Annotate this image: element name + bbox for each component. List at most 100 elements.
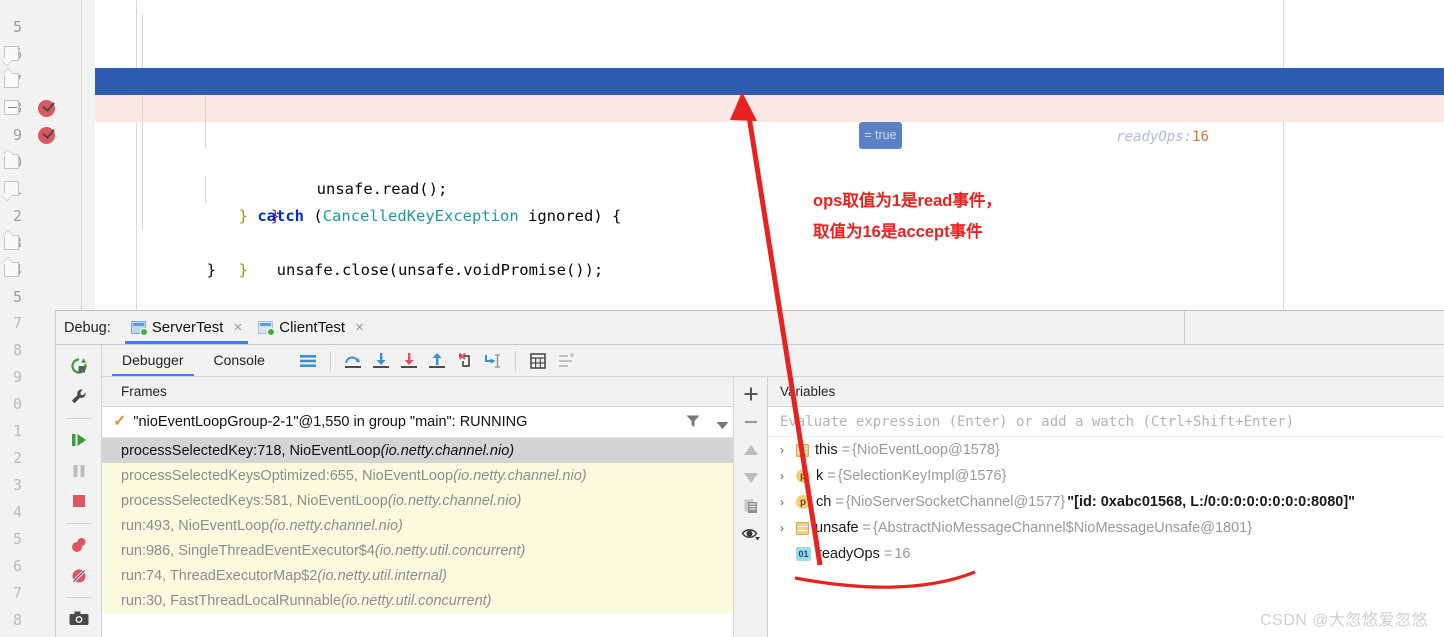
gutter-line[interactable]: 9 [0, 122, 95, 149]
remove-watch-icon[interactable] [738, 408, 764, 436]
variable-row[interactable]: 01 readyOps = 16 [768, 541, 1444, 567]
code-line-blank[interactable] [95, 257, 1444, 284]
variable-row[interactable]: › unsafe = {AbstractNioMessageChannel$Nio… [768, 515, 1444, 541]
stop-icon[interactable] [64, 489, 94, 515]
expand-chevron-icon[interactable]: › [780, 522, 790, 534]
gutter-line[interactable]: 7 [0, 68, 95, 95]
expand-chevron-icon[interactable]: › [780, 496, 790, 508]
code-fold-icon[interactable] [4, 235, 19, 250]
frame-row[interactable]: run:986, SingleThreadEventExecutor$4 (io… [102, 538, 767, 563]
variable-row[interactable]: › p ch = {NioServerSocketChannel@1577} "[i… [768, 489, 1444, 515]
watches-eye-icon[interactable] [738, 520, 764, 548]
step-into-icon[interactable] [368, 348, 394, 374]
force-step-into-icon[interactable] [396, 348, 422, 374]
gutter-line[interactable]: 3 [0, 230, 95, 257]
chevron-down-icon[interactable] [716, 417, 729, 435]
debug-left-toolbar[interactable] [56, 345, 102, 637]
variables-pane[interactable]: Variables Evaluate expression (Enter) or… [768, 377, 1444, 637]
frames-list[interactable]: processSelectedKey:718, NioEventLoop (io… [102, 438, 767, 613]
frame-method: processSelectedKeys:581, NioEventLoop [121, 492, 388, 509]
code-editor[interactable]: 567890123456@ // Also check for readOps … [0, 0, 1444, 310]
code-line-unsafe-read[interactable]: unsafe.read(); [95, 95, 1444, 198]
close-icon[interactable]: × [233, 320, 242, 335]
threads-and-variables-icon[interactable] [553, 348, 579, 374]
debugger-panel-header[interactable]: Debugger Console [102, 345, 1444, 377]
evaluate-expression-icon[interactable] [525, 348, 551, 374]
code-line-if-readyops[interactable]: if ((readyOps & (SelectionKey.OP_READ | … [95, 68, 1444, 149]
code-fold-icon[interactable] [4, 154, 19, 169]
gutter-line[interactable]: 0 [0, 149, 95, 176]
code-line-comment-1[interactable]: // Also check for readOps of 0 to workar… [95, 14, 1444, 90]
add-watch-icon[interactable] [738, 380, 764, 408]
frame-row[interactable]: processSelectedKey:718, NioEventLoop (io… [102, 438, 767, 463]
gutter-line[interactable]: 5 [0, 284, 95, 310]
gutter-line[interactable]: 4 [0, 257, 95, 284]
resume-program-icon[interactable] [64, 427, 94, 453]
variable-row[interactable]: › p k = {SelectionKeyImpl@1576} [768, 463, 1444, 489]
debug-tool-window[interactable]: Debug: ServerTest × ClientTest × Debugge… [56, 310, 1444, 637]
run-tab-clienttest[interactable]: ClientTest × [250, 311, 372, 344]
breakpoint-icon[interactable] [38, 127, 55, 144]
mute-breakpoints-icon[interactable] [64, 563, 94, 589]
gutter-line[interactable]: 8 [0, 95, 95, 122]
thread-selector-row[interactable]: ✓ "nioEventLoopGroup-2-1"@1,550 in group… [102, 407, 767, 438]
run-to-cursor-icon[interactable] [480, 348, 506, 374]
filter-icon[interactable] [685, 413, 701, 434]
run-tab-servertest[interactable]: ServerTest × [123, 311, 250, 344]
breakpoint-icon[interactable] [38, 100, 55, 117]
code-fold-icon[interactable] [4, 181, 19, 196]
gutter-line[interactable]: 1 [0, 176, 95, 203]
code-line-partial [95, 0, 1444, 14]
close-icon[interactable]: × [355, 320, 364, 335]
gutter-line[interactable]: 2 [0, 203, 95, 230]
pause-program-icon[interactable] [64, 458, 94, 484]
move-down-icon[interactable] [738, 464, 764, 492]
evaluate-expression-input[interactable]: Evaluate expression (Enter) or add a wat… [768, 407, 1444, 437]
camera-icon[interactable] [64, 606, 94, 632]
frame-row[interactable]: run:493, NioEventLoop (io.netty.channel.… [102, 513, 767, 538]
expand-chevron-icon[interactable]: › [780, 470, 790, 482]
step-out-icon[interactable] [424, 348, 450, 374]
drop-frame-icon[interactable] [452, 348, 478, 374]
frame-method: run:74, ThreadExecutorMap$2 [121, 567, 318, 584]
run-tab-label: ClientTest [279, 319, 346, 336]
variable-equals: = [883, 546, 893, 562]
debug-tabs-row[interactable]: Debug: ServerTest × ClientTest × [56, 311, 1444, 345]
tab-console[interactable]: Console [200, 346, 279, 375]
code-fold-icon[interactable] [4, 73, 19, 88]
variable-row[interactable]: › this = {NioEventLoop@1578} [768, 437, 1444, 463]
step-over-icon[interactable] [340, 348, 366, 374]
tab-debugger[interactable]: Debugger [108, 346, 198, 376]
gutter-line[interactable]: 6 [0, 41, 95, 68]
expand-chevron-icon[interactable]: › [780, 444, 790, 456]
editor-gutter[interactable]: 567890123456@ [0, 0, 95, 310]
parameter-icon: p [796, 469, 810, 483]
code-fold-icon[interactable] [4, 100, 19, 115]
frames-pane[interactable]: Frames ✓ "nioEventLoopGroup-2-1"@1,550 i… [102, 377, 768, 637]
variable-name: k [816, 468, 824, 484]
code-line-unsafe-close[interactable]: unsafe.close(unsafe.voidPromise()); [95, 176, 1444, 279]
show-execution-point-icon[interactable] [295, 348, 321, 374]
frame-row[interactable]: run:30, FastThreadLocalRunnable (io.nett… [102, 588, 767, 613]
code-fold-icon[interactable] [4, 46, 19, 61]
copy-icon[interactable] [738, 492, 764, 520]
move-up-icon[interactable] [738, 436, 764, 464]
gutter-line[interactable]: 5 [0, 14, 95, 41]
rerun-icon[interactable] [64, 353, 94, 379]
code-line-catch[interactable]: } catch (CancelledKeyException ignored) … [95, 149, 1444, 225]
frame-row[interactable]: run:74, ThreadExecutorMap$2 (io.netty.ut… [102, 563, 767, 588]
toolbar-separator [329, 350, 331, 371]
code-line-comment-2[interactable]: // to a spin loop [95, 41, 1444, 117]
code-fold-icon[interactable] [4, 262, 19, 277]
frame-row[interactable]: processSelectedKeysOptimized:655, NioEve… [102, 463, 767, 488]
code-line-brace-3[interactable]: } [95, 230, 1444, 279]
frames-side-toolbar[interactable] [733, 377, 767, 637]
view-breakpoints-icon[interactable] [64, 532, 94, 558]
variables-list[interactable]: › this = {NioEventLoop@1578} › p k = {Select… [768, 437, 1444, 567]
code-line-brace-1[interactable]: } [95, 122, 1444, 225]
frame-row[interactable]: processSelectedKeys:581, NioEventLoop (i… [102, 488, 767, 513]
code-content[interactable]: // Also check for readOps of 0 to workar… [95, 0, 1444, 310]
code-line-brace-2[interactable]: } [95, 203, 1444, 279]
code-line-method-signature[interactable]: private static void processSelectedKey(S… [95, 284, 1444, 310]
settings-wrench-icon[interactable] [64, 384, 94, 410]
